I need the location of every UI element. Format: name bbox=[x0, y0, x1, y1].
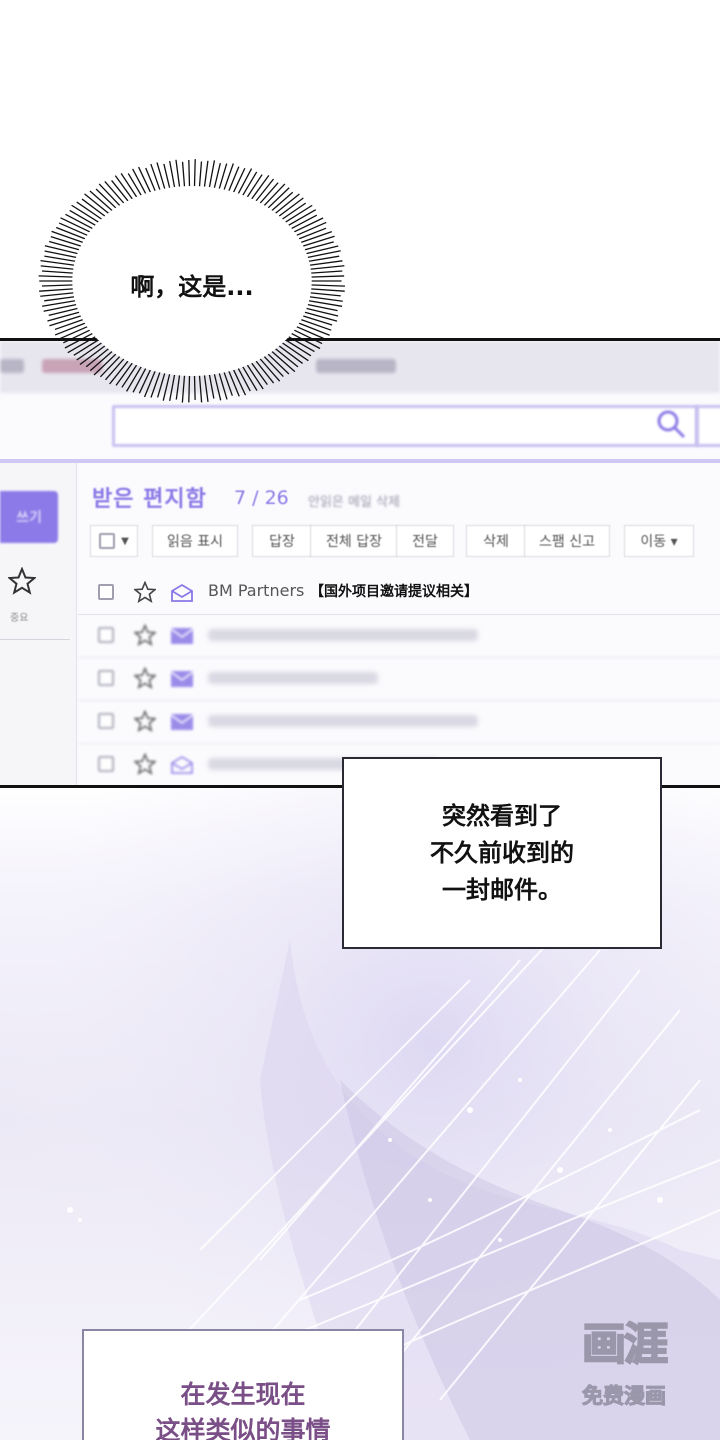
spam-report-button[interactable]: 스팸 신고 bbox=[524, 525, 610, 557]
blurred-subject bbox=[208, 672, 378, 684]
star-icon[interactable] bbox=[134, 667, 156, 689]
comic-page: 쓰기 중요 받은 편지함 7 / 26 안읽은 메일 삭제 ▼ 읽음 표시 답장… bbox=[0, 0, 720, 1440]
write-mail-button[interactable]: 쓰기 bbox=[0, 491, 58, 543]
star-icon[interactable] bbox=[134, 753, 156, 775]
star-icon[interactable] bbox=[134, 624, 156, 646]
reply-all-button[interactable]: 전체 답장 bbox=[310, 525, 398, 557]
narration-line: 突然看到了 bbox=[442, 801, 562, 830]
delete-button[interactable]: 삭제 bbox=[466, 525, 526, 557]
blurred-subject bbox=[208, 715, 478, 727]
envelope-open-icon bbox=[171, 755, 193, 774]
mail-row[interactable] bbox=[78, 657, 720, 701]
blurred-subject bbox=[208, 629, 478, 641]
header-divider bbox=[0, 459, 720, 463]
move-dropdown[interactable]: 이동 ▾ bbox=[624, 525, 694, 557]
envelope-icon bbox=[170, 671, 194, 687]
narration-line: 在发生现在 bbox=[180, 1380, 306, 1409]
select-all-dropdown[interactable]: ▼ bbox=[90, 525, 138, 557]
mail-row[interactable]: BM Partners 【国外项目邀请提议相关】 bbox=[78, 571, 720, 615]
narration-line: 这样类似的事情 bbox=[155, 1416, 331, 1440]
search-icon[interactable] bbox=[654, 407, 688, 441]
select-all-checkbox[interactable] bbox=[99, 533, 116, 549]
row-checkbox[interactable] bbox=[98, 756, 114, 772]
sidebar-divider bbox=[0, 639, 70, 640]
watermark-logo: 画涯 bbox=[581, 1318, 669, 1371]
reply-button[interactable]: 답장 bbox=[252, 525, 312, 557]
mail-subject[interactable]: 【国外项目邀请提议相关】 bbox=[310, 581, 478, 601]
narration-box: 突然看到了 不久前收到的 一封邮件。 bbox=[342, 757, 662, 949]
starred-label: 중요 bbox=[10, 613, 29, 624]
row-checkbox[interactable] bbox=[98, 584, 114, 600]
mark-read-button[interactable]: 읽음 표시 bbox=[152, 525, 238, 557]
star-icon[interactable] bbox=[8, 567, 36, 595]
forward-button[interactable]: 전달 bbox=[396, 525, 454, 557]
envelope-open-icon bbox=[171, 583, 193, 602]
star-icon[interactable] bbox=[134, 581, 156, 603]
mail-row[interactable] bbox=[78, 700, 720, 744]
row-checkbox[interactable] bbox=[98, 627, 114, 643]
watermark-subtitle: 免费漫画 bbox=[582, 1384, 667, 1409]
bubble-text: 啊，这是... bbox=[130, 272, 254, 301]
star-icon[interactable] bbox=[134, 710, 156, 732]
envelope-icon bbox=[170, 628, 194, 644]
search-option-box[interactable] bbox=[696, 405, 720, 447]
inbox-title: 받은 편지함 bbox=[92, 487, 207, 512]
delete-unread-link[interactable]: 안읽은 메일 삭제 bbox=[308, 491, 400, 510]
row-checkbox[interactable] bbox=[98, 713, 114, 729]
narration-line: 一封邮件。 bbox=[442, 875, 562, 904]
mail-row[interactable] bbox=[78, 614, 720, 658]
inbox-count: 7 / 26 bbox=[234, 487, 289, 509]
chevron-down-icon: ▼ bbox=[121, 535, 129, 547]
envelope-icon bbox=[170, 714, 194, 730]
watermark: 画涯 免费漫画 bbox=[562, 1314, 686, 1414]
mail-sender: BM Partners bbox=[208, 581, 305, 600]
narration-box: 在发生现在 这样类似的事情 bbox=[82, 1329, 404, 1440]
narration-line: 不久前收到的 bbox=[430, 838, 574, 867]
row-checkbox[interactable] bbox=[98, 670, 114, 686]
